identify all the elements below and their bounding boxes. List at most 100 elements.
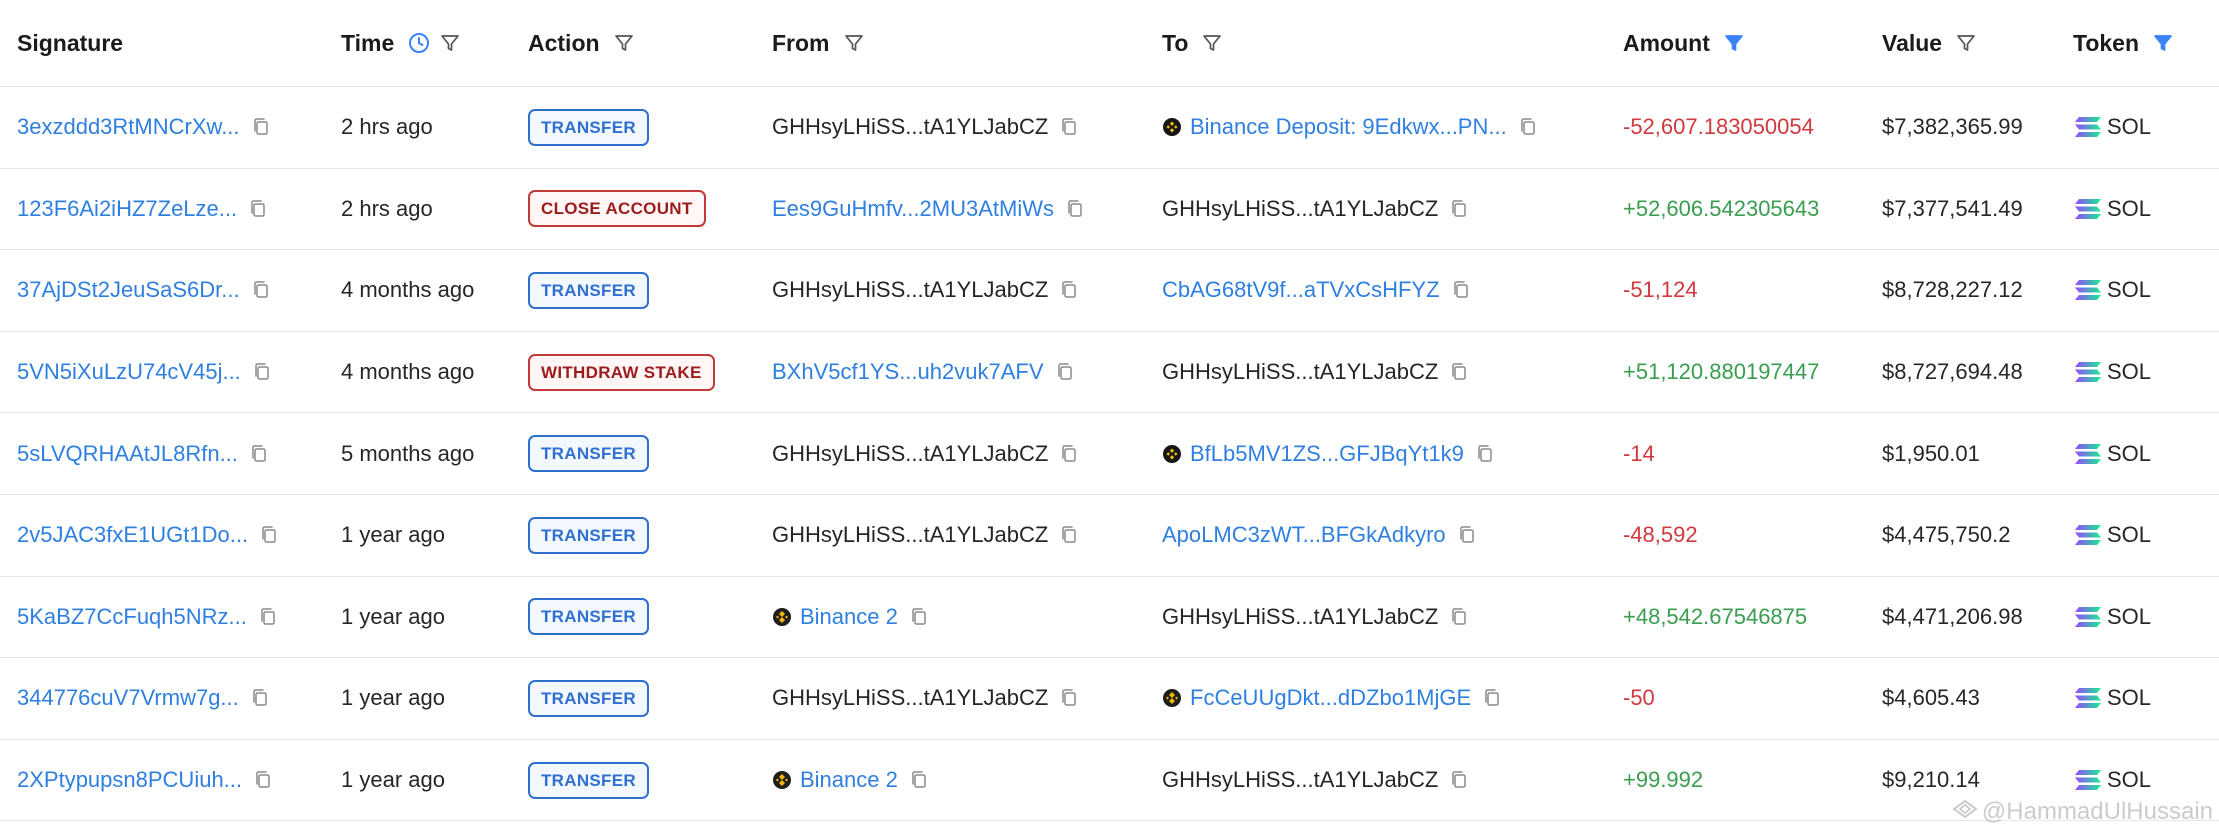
from-cell: Ees9GuHmfv...2MU3AtMiWs bbox=[772, 169, 1084, 250]
signature-link[interactable]: 5VN5iXuLzU74cV45j... bbox=[17, 359, 241, 385]
amount-value: -51,124 bbox=[1623, 277, 1698, 303]
table-row[interactable]: 2XPtypupsn8PCUiuh... 1 year ago TRANSFER… bbox=[0, 740, 2219, 822]
filter-icon[interactable] bbox=[440, 33, 460, 53]
to-cell: BfLb5MV1ZS...GFJBqYt1k9 bbox=[1162, 413, 1494, 494]
to-address[interactable]: BfLb5MV1ZS...GFJBqYt1k9 bbox=[1190, 441, 1464, 467]
filter-active-icon[interactable] bbox=[1724, 33, 1744, 53]
table-row[interactable]: 5KaBZ7CcFuqh5NRz... 1 year ago TRANSFER … bbox=[0, 577, 2219, 659]
watermark-text: @HammadUlHussain bbox=[1981, 798, 2213, 825]
copy-icon[interactable] bbox=[254, 770, 272, 790]
to-address[interactable]: ApoLMC3zWT...BFGkAdkyro bbox=[1162, 522, 1446, 548]
table-row[interactable]: 3exzddd3RtMNCrXw... 2 hrs ago TRANSFER G… bbox=[0, 87, 2219, 169]
copy-icon[interactable] bbox=[253, 362, 271, 382]
usd-value: $1,950.01 bbox=[1882, 440, 1980, 466]
table-row[interactable]: 2v5JAC3fxE1UGt1Do... 1 year ago TRANSFER… bbox=[0, 495, 2219, 577]
action-badge: TRANSFER bbox=[528, 271, 649, 309]
signature-link[interactable]: 2XPtypupsn8PCUiuh... bbox=[17, 767, 242, 793]
copy-icon[interactable] bbox=[1450, 362, 1468, 382]
to-address[interactable]: CbAG68tV9f...aTVxCsHFYZ bbox=[1162, 277, 1440, 303]
from-cell: GHHsyLHiSS...tA1YLJabCZ bbox=[772, 87, 1078, 168]
table-row[interactable]: 37AjDSt2JeuSaS6Dr... 4 months ago TRANSF… bbox=[0, 250, 2219, 332]
signature-link[interactable]: 5sLVQRHAAtJL8Rfn... bbox=[17, 441, 238, 467]
token-symbol[interactable]: SOL bbox=[2107, 196, 2151, 222]
token-symbol[interactable]: SOL bbox=[2107, 685, 2151, 711]
to-cell: GHHsyLHiSS...tA1YLJabCZ bbox=[1162, 577, 1468, 658]
signature-cell: 3exzddd3RtMNCrXw... bbox=[17, 87, 270, 168]
copy-icon[interactable] bbox=[1519, 117, 1537, 137]
copy-icon[interactable] bbox=[1483, 688, 1501, 708]
copy-icon[interactable] bbox=[1458, 525, 1476, 545]
token-cell: SOL bbox=[2073, 413, 2151, 494]
copy-icon[interactable] bbox=[249, 199, 267, 219]
token-symbol[interactable]: SOL bbox=[2107, 114, 2151, 140]
copy-icon[interactable] bbox=[259, 607, 277, 627]
from-address[interactable]: Binance 2 bbox=[800, 604, 898, 630]
table-row[interactable]: 5sLVQRHAAtJL8Rfn... 5 months ago TRANSFE… bbox=[0, 413, 2219, 495]
copy-icon[interactable] bbox=[1060, 444, 1078, 464]
filter-icon[interactable] bbox=[1956, 33, 1976, 53]
time-cell: 5 months ago bbox=[341, 413, 474, 494]
signature-link[interactable]: 37AjDSt2JeuSaS6Dr... bbox=[17, 277, 240, 303]
token-symbol[interactable]: SOL bbox=[2107, 359, 2151, 385]
exchange-logo-icon bbox=[1162, 117, 1182, 137]
copy-icon[interactable] bbox=[1056, 362, 1074, 382]
copy-icon[interactable] bbox=[1452, 280, 1470, 300]
value-cell: $8,728,227.12 bbox=[1882, 250, 2023, 331]
copy-icon[interactable] bbox=[1450, 199, 1468, 219]
exchange-logo-icon bbox=[1162, 444, 1182, 464]
copy-icon[interactable] bbox=[1066, 199, 1084, 219]
copy-icon[interactable] bbox=[1060, 280, 1078, 300]
filter-icon[interactable] bbox=[614, 33, 634, 53]
copy-icon[interactable] bbox=[1450, 607, 1468, 627]
amount-value: -50 bbox=[1623, 685, 1655, 711]
copy-icon[interactable] bbox=[252, 280, 270, 300]
copy-icon[interactable] bbox=[252, 117, 270, 137]
clock-icon[interactable] bbox=[408, 32, 430, 54]
from-address[interactable]: Binance 2 bbox=[800, 767, 898, 793]
to-address[interactable]: Binance Deposit: 9Edkwx...PN... bbox=[1190, 114, 1507, 140]
amount-value: +51,120.880197447 bbox=[1623, 359, 1820, 385]
time-text: 5 months ago bbox=[341, 440, 475, 466]
token-symbol[interactable]: SOL bbox=[2107, 441, 2151, 467]
time-text: 4 months ago bbox=[341, 277, 475, 303]
copy-icon[interactable] bbox=[260, 525, 278, 545]
filter-active-icon[interactable] bbox=[2153, 33, 2173, 53]
signature-link[interactable]: 5KaBZ7CcFuqh5NRz... bbox=[17, 604, 247, 630]
to-address[interactable]: FcCeUUgDkt...dDZbo1MjGE bbox=[1190, 685, 1471, 711]
signature-link[interactable]: 2v5JAC3fxE1UGt1Do... bbox=[17, 522, 248, 548]
header-signature: Signature bbox=[17, 0, 123, 86]
filter-icon[interactable] bbox=[1202, 33, 1222, 53]
copy-icon[interactable] bbox=[1060, 117, 1078, 137]
copy-icon[interactable] bbox=[1060, 525, 1078, 545]
amount-value: +48,542.67546875 bbox=[1623, 603, 1808, 629]
header-token-label: Token bbox=[2073, 29, 2140, 56]
table-row[interactable]: 344776cuV7Vrmw7g... 1 year ago TRANSFER … bbox=[0, 658, 2219, 740]
copy-icon[interactable] bbox=[1060, 688, 1078, 708]
signature-link[interactable]: 3exzddd3RtMNCrXw... bbox=[17, 114, 240, 140]
action-cell: WITHDRAW STAKE bbox=[528, 332, 715, 413]
token-symbol[interactable]: SOL bbox=[2107, 522, 2151, 548]
signature-link[interactable]: 123F6Ai2iHZ7ZeLze... bbox=[17, 196, 237, 222]
table-header: Signature Time Action From To Amount Val… bbox=[0, 0, 2219, 87]
token-symbol[interactable]: SOL bbox=[2107, 767, 2151, 793]
from-address[interactable]: Ees9GuHmfv...2MU3AtMiWs bbox=[772, 196, 1054, 222]
from-address[interactable]: BXhV5cf1YS...uh2vuk7AFV bbox=[772, 359, 1044, 385]
copy-icon[interactable] bbox=[1450, 770, 1468, 790]
signature-link[interactable]: 344776cuV7Vrmw7g... bbox=[17, 685, 239, 711]
copy-icon[interactable] bbox=[1476, 444, 1494, 464]
copy-icon[interactable] bbox=[910, 770, 928, 790]
to-cell: GHHsyLHiSS...tA1YLJabCZ bbox=[1162, 332, 1468, 413]
table-row[interactable]: 123F6Ai2iHZ7ZeLze... 2 hrs ago CLOSE ACC… bbox=[0, 169, 2219, 251]
token-symbol[interactable]: SOL bbox=[2107, 604, 2151, 630]
action-badge: TRANSFER bbox=[528, 516, 649, 554]
filter-icon[interactable] bbox=[844, 33, 864, 53]
amount-cell: -14 bbox=[1623, 413, 1655, 494]
copy-icon[interactable] bbox=[910, 607, 928, 627]
signature-cell: 37AjDSt2JeuSaS6Dr... bbox=[17, 250, 270, 331]
copy-icon[interactable] bbox=[250, 444, 268, 464]
copy-icon[interactable] bbox=[251, 688, 269, 708]
table-row[interactable]: 5VN5iXuLzU74cV45j... 4 months ago WITHDR… bbox=[0, 332, 2219, 414]
time-cell: 1 year ago bbox=[341, 495, 445, 576]
time-cell: 4 months ago bbox=[341, 250, 474, 331]
token-symbol[interactable]: SOL bbox=[2107, 277, 2151, 303]
